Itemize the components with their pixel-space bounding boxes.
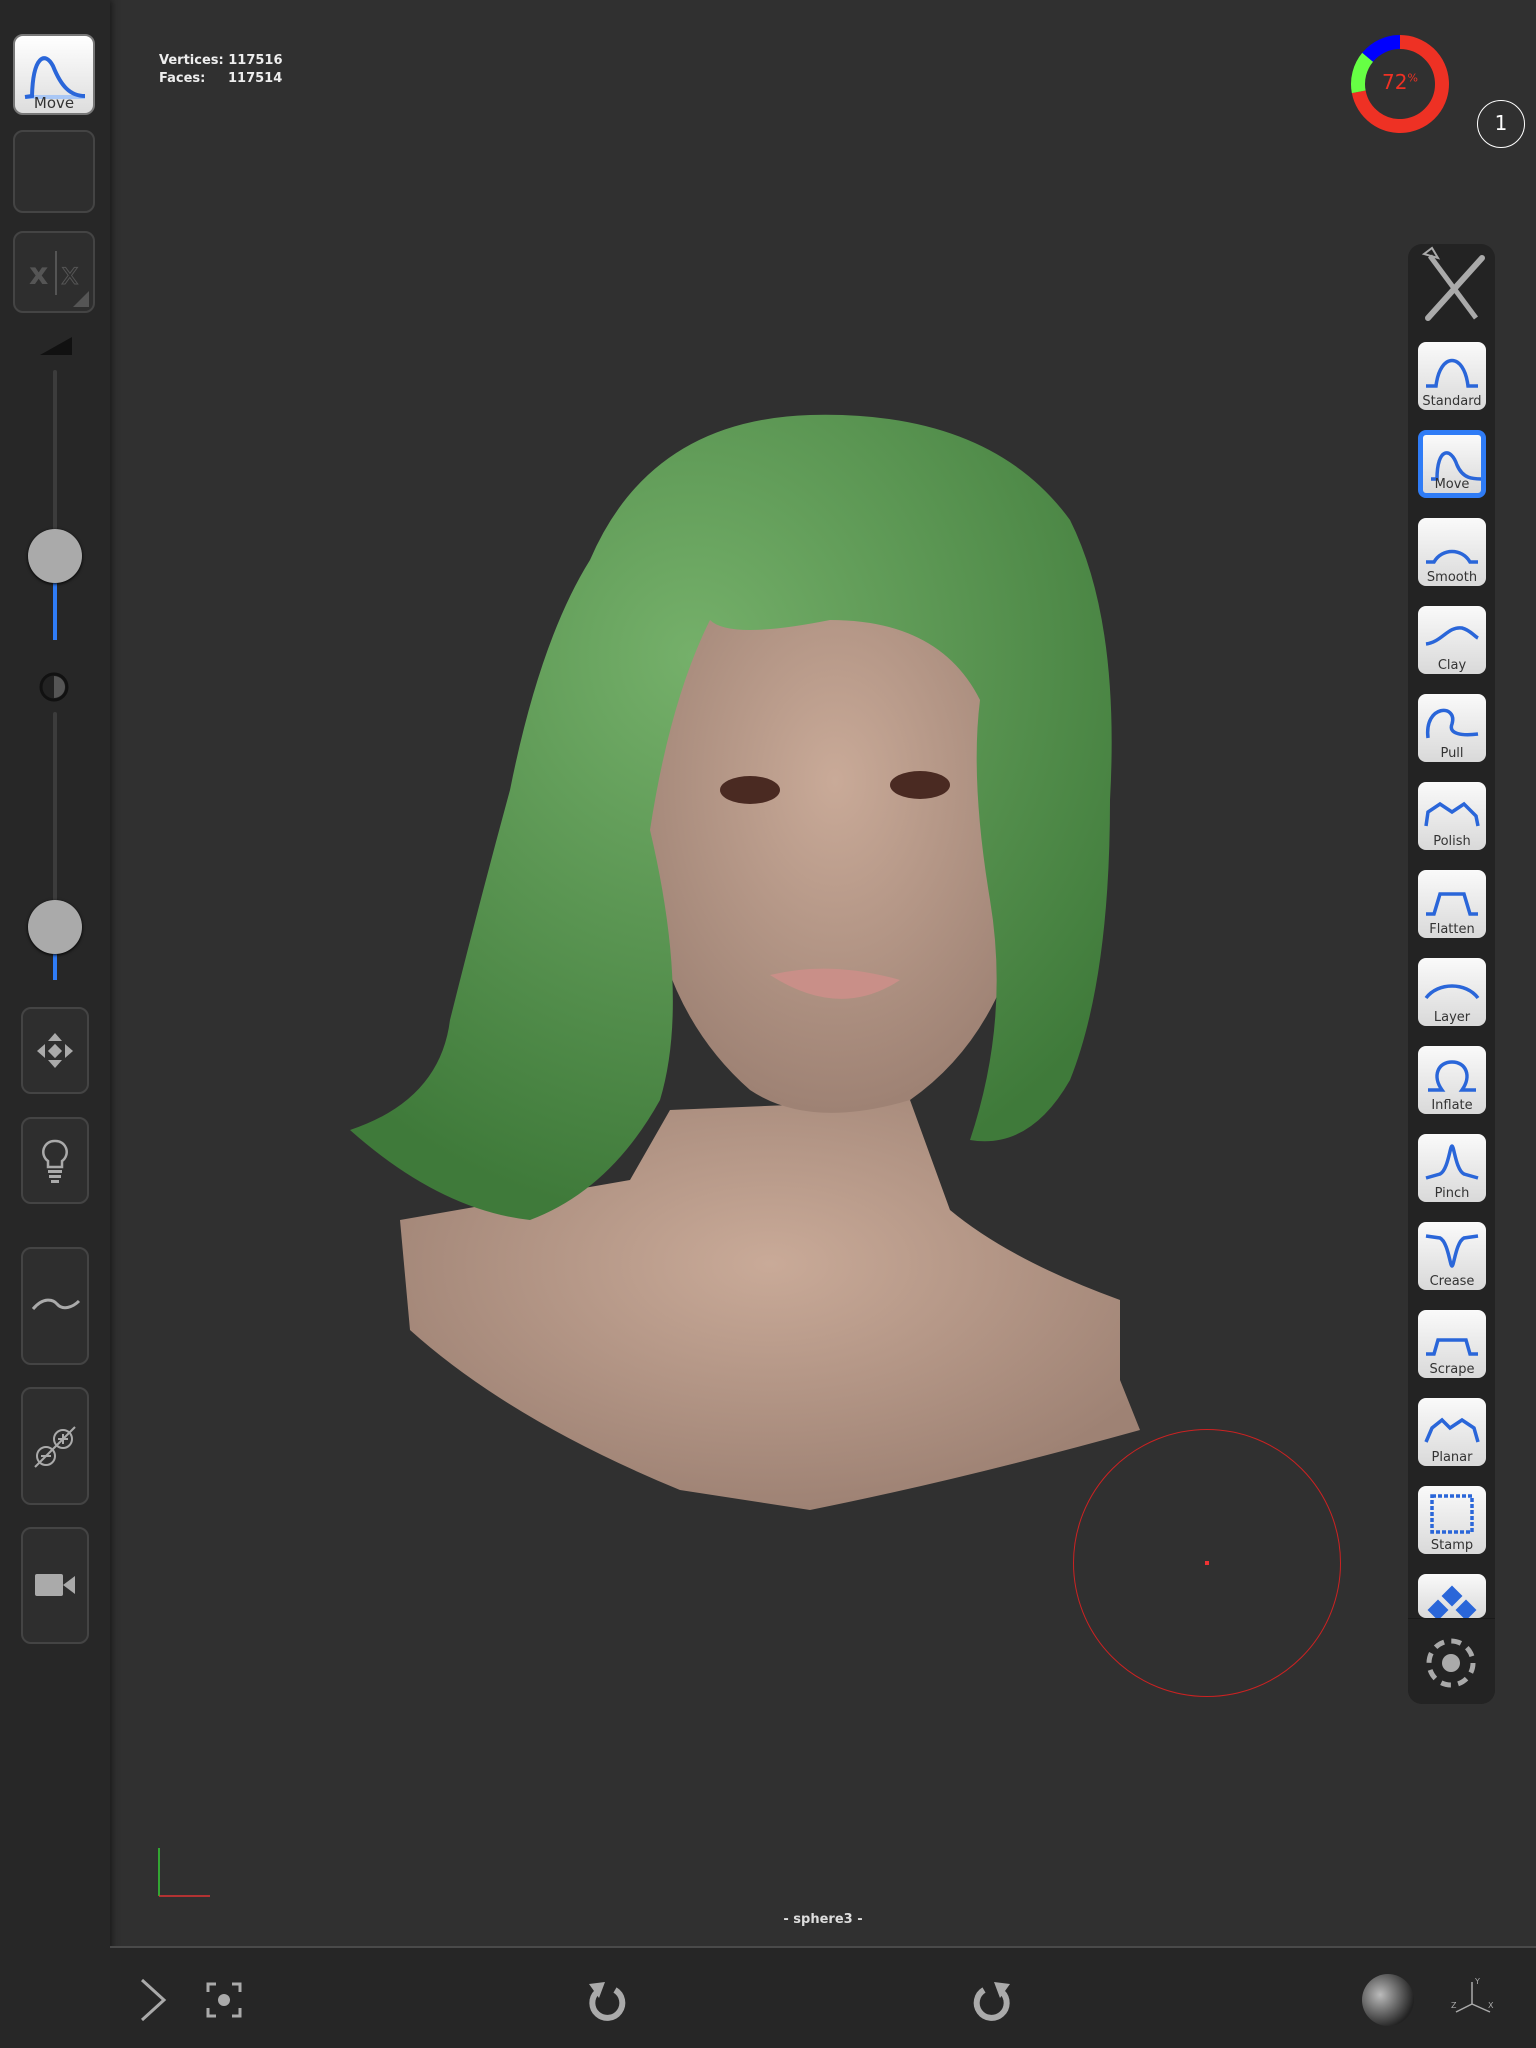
move-arrows-icon bbox=[37, 1033, 73, 1068]
axis-y-label: Y bbox=[1474, 1977, 1480, 1986]
chevron-right-icon[interactable] bbox=[138, 1976, 170, 2024]
tool-standard[interactable]: Standard bbox=[1418, 342, 1486, 410]
redo-icon[interactable] bbox=[970, 1976, 1014, 2024]
symmetry-x-icon: xx bbox=[29, 251, 89, 307]
camera-button[interactable] bbox=[21, 1527, 89, 1644]
stroke-button[interactable] bbox=[21, 1247, 89, 1365]
tool-label: Flatten bbox=[1429, 922, 1475, 937]
tool-pinch[interactable]: Pinch bbox=[1418, 1134, 1486, 1202]
object-name: - sphere3 - bbox=[783, 1912, 863, 1927]
add-remove-icon bbox=[34, 1426, 76, 1468]
video-camera-icon bbox=[35, 1574, 75, 1596]
tool-label: Polish bbox=[1433, 834, 1471, 849]
more-brush-icon bbox=[1427, 1585, 1477, 1618]
tools-settings-button[interactable] bbox=[1408, 1618, 1495, 1704]
tool-move[interactable]: Move bbox=[1418, 430, 1486, 498]
tool-clay[interactable]: Clay bbox=[1418, 606, 1486, 674]
tool-crease[interactable]: Crease bbox=[1418, 1222, 1486, 1290]
tool-label: Layer bbox=[1433, 1010, 1471, 1025]
bottom-toolbar: Y Z X bbox=[110, 1946, 1536, 2048]
tools-panel: Standard Move Smooth Clay Pull Polish Flatten L… bbox=[1408, 244, 1495, 1704]
tool-label: Pull bbox=[1440, 746, 1464, 761]
tool-polish[interactable]: Polish bbox=[1418, 782, 1486, 850]
tool-layer[interactable]: Layer bbox=[1418, 958, 1486, 1026]
tool-planar[interactable]: Planar bbox=[1418, 1398, 1486, 1466]
tool-more[interactable] bbox=[1418, 1574, 1486, 1618]
radius-triangle-icon bbox=[40, 337, 72, 355]
tools-header-button[interactable] bbox=[1408, 244, 1495, 332]
svg-text:x: x bbox=[29, 257, 48, 292]
focus-icon[interactable] bbox=[206, 1982, 242, 2018]
current-tool-button[interactable]: Move bbox=[13, 34, 95, 115]
axes-icon[interactable]: Y Z X bbox=[1450, 1974, 1500, 2024]
current-tool-label: Move bbox=[33, 94, 75, 112]
brush-cursor bbox=[1073, 1429, 1341, 1697]
tool-label: Smooth bbox=[1426, 570, 1478, 585]
tilde-curve-icon bbox=[31, 1298, 81, 1311]
tool-label: Pinch bbox=[1434, 1186, 1470, 1201]
lighting-button[interactable] bbox=[21, 1117, 89, 1204]
tool-label: Crease bbox=[1429, 1274, 1475, 1289]
empty-slot-button[interactable] bbox=[13, 130, 95, 213]
tool-label: Move bbox=[1434, 477, 1470, 492]
matcap-sphere-icon[interactable] bbox=[1360, 1972, 1416, 2028]
tool-pull[interactable]: Pull bbox=[1418, 694, 1486, 762]
tool-inflate[interactable]: Inflate bbox=[1418, 1046, 1486, 1114]
add-remove-button[interactable] bbox=[21, 1387, 89, 1505]
viewport-3d[interactable] bbox=[110, 0, 1536, 1946]
tool-label: Standard bbox=[1422, 394, 1482, 409]
tool-stamp[interactable]: Stamp bbox=[1418, 1486, 1486, 1554]
svg-text:x: x bbox=[61, 257, 79, 292]
tool-label: Scrape bbox=[1429, 1362, 1475, 1377]
radius-slider-knob[interactable] bbox=[28, 529, 82, 583]
tool-label: Stamp bbox=[1430, 1538, 1474, 1553]
symmetry-button[interactable]: xx bbox=[13, 231, 95, 313]
contrast-icon bbox=[39, 672, 69, 702]
tool-flatten[interactable]: Flatten bbox=[1418, 870, 1486, 938]
left-sidebar: Move xx bbox=[0, 0, 110, 2048]
tool-label: Clay bbox=[1437, 658, 1467, 673]
brush-tools-icon bbox=[1421, 246, 1485, 321]
settings-dots-icon bbox=[1426, 1638, 1476, 1688]
sculpted-head-model bbox=[350, 414, 1140, 1510]
undo-icon[interactable] bbox=[585, 1976, 629, 2024]
tool-label: Inflate bbox=[1431, 1098, 1473, 1113]
transform-button[interactable] bbox=[21, 1007, 89, 1094]
axis-z-label: Z bbox=[1451, 2001, 1457, 2010]
intensity-slider-knob[interactable] bbox=[28, 900, 82, 954]
tool-label: Planar bbox=[1431, 1450, 1473, 1465]
tool-scrape[interactable]: Scrape bbox=[1418, 1310, 1486, 1378]
lightbulb-icon bbox=[42, 1139, 68, 1183]
axis-x-label: X bbox=[1488, 2001, 1494, 2010]
world-axes-icon bbox=[158, 1848, 210, 1897]
tool-smooth[interactable]: Smooth bbox=[1418, 518, 1486, 586]
